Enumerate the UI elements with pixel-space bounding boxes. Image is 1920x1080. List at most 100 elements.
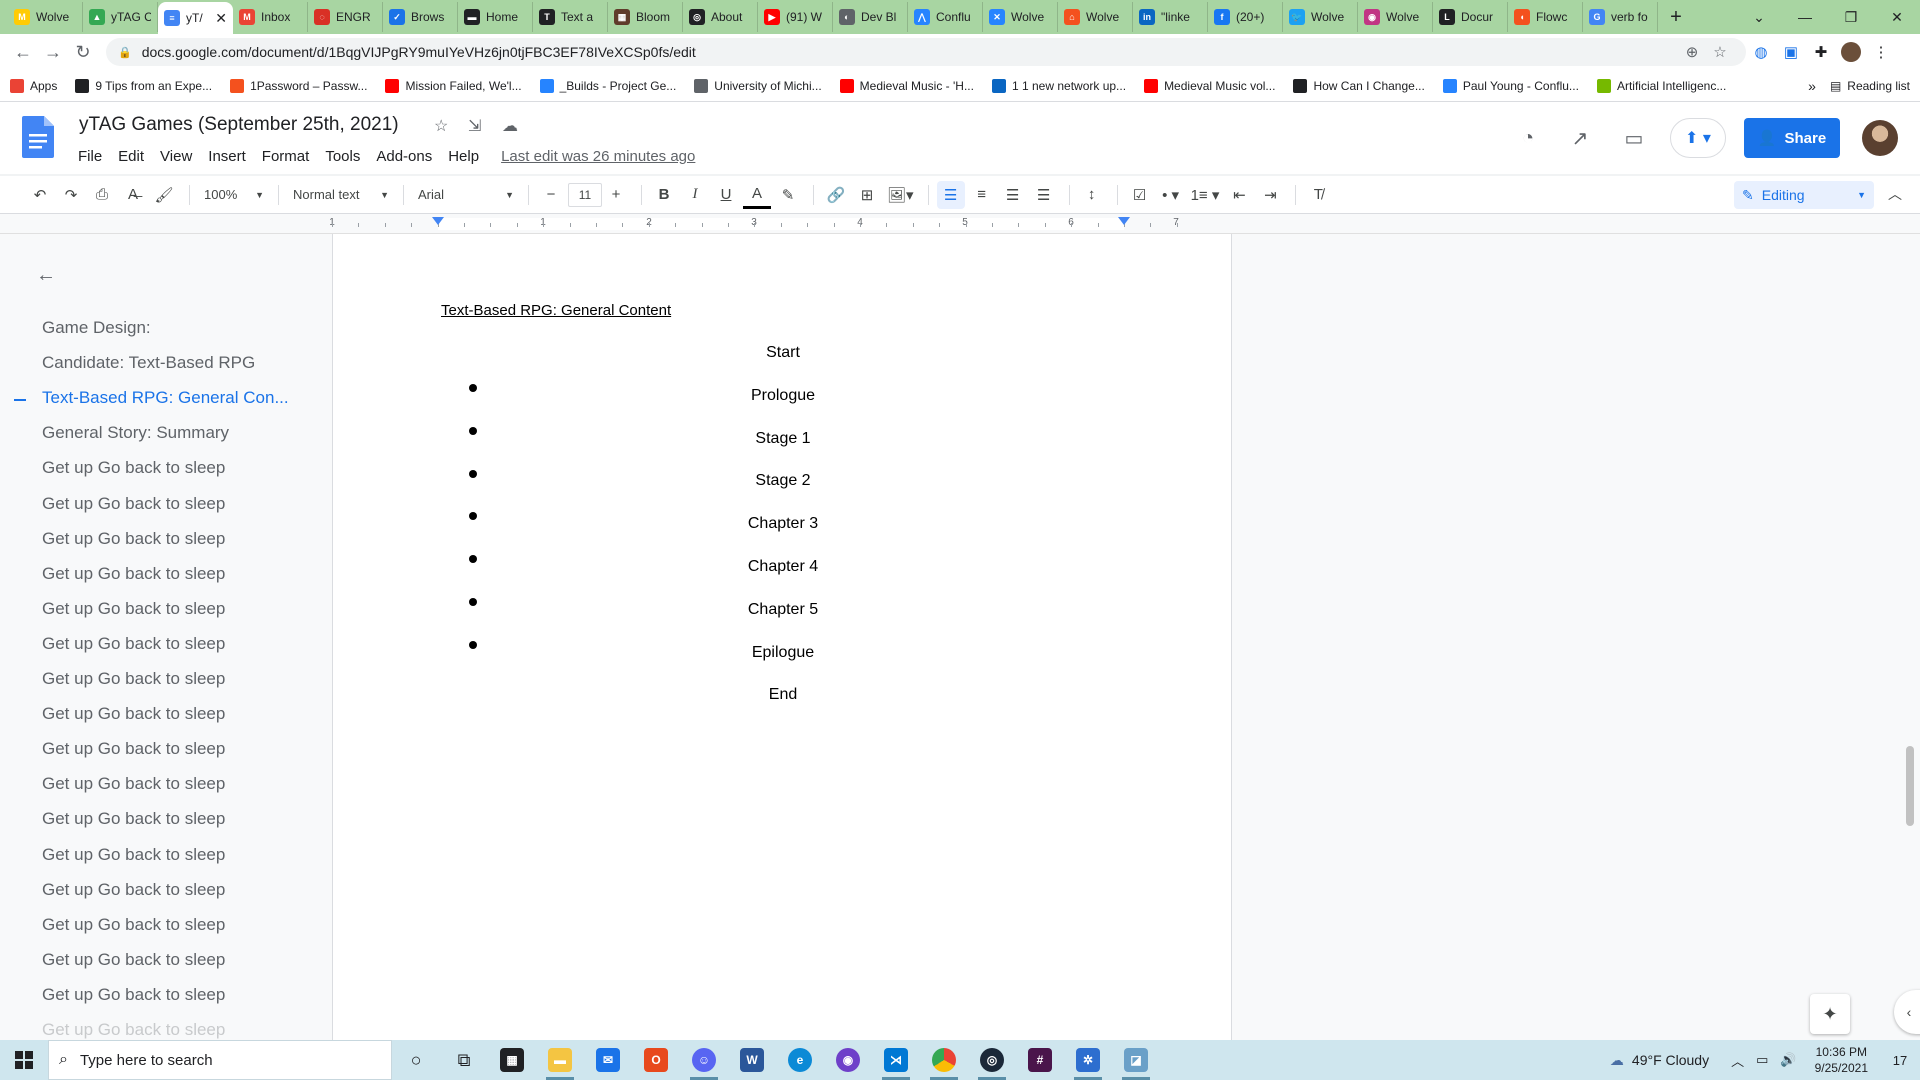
- outline-item[interactable]: Get up Go back to sleep: [42, 985, 225, 1005]
- tab-close-icon[interactable]: ✕: [215, 10, 227, 27]
- tab-search-icon[interactable]: ⌄: [1736, 0, 1782, 34]
- address-bar[interactable]: 🔒 docs.google.com/document/d/1BqgVIJPgRY…: [106, 38, 1746, 66]
- outline-item[interactable]: Get up Go back to sleep: [42, 809, 225, 829]
- document-line[interactable]: Chapter 3: [333, 515, 1233, 533]
- app-icon[interactable]: ✲: [1064, 1040, 1112, 1080]
- browser-tab[interactable]: ✕ Wolve: [983, 2, 1058, 32]
- volume-icon[interactable]: 🔊: [1780, 1052, 1796, 1068]
- weather-widget[interactable]: ☁ 49°F Cloudy: [1610, 1052, 1709, 1069]
- menu-edit[interactable]: Edit: [110, 146, 152, 167]
- share-button[interactable]: 👤 Share: [1744, 118, 1840, 158]
- menu-add-ons[interactable]: Add-ons: [368, 146, 440, 167]
- store-icon[interactable]: ▦: [488, 1040, 536, 1080]
- vscode-icon[interactable]: ⋊: [872, 1040, 920, 1080]
- explore-icon[interactable]: ✦: [1810, 994, 1850, 1034]
- outline-item[interactable]: Get up Go back to sleep: [42, 458, 225, 478]
- bookmark-item[interactable]: Apps: [10, 78, 57, 93]
- outline-item[interactable]: Get up Go back to sleep: [42, 634, 225, 654]
- browser-tab[interactable]: ◖ Flowc: [1508, 2, 1583, 32]
- bookmark-item[interactable]: 9 Tips from an Expe...: [75, 78, 212, 93]
- browser-tab[interactable]: ◐ Dev Bl: [833, 2, 908, 32]
- highlight-color-icon[interactable]: ✎: [774, 181, 802, 209]
- star-icon[interactable]: ☆: [434, 116, 448, 136]
- extension-icon[interactable]: ◍: [1746, 37, 1776, 67]
- outline-item[interactable]: Get up Go back to sleep: [42, 669, 225, 689]
- outline-item[interactable]: Get up Go back to sleep: [42, 739, 225, 759]
- discord-icon[interactable]: ☺: [680, 1040, 728, 1080]
- zoom-icon[interactable]: ⊕: [1678, 43, 1706, 61]
- document-line[interactable]: Epilogue: [333, 644, 1233, 662]
- back-arrow-icon[interactable]: ←: [36, 264, 56, 287]
- outline-item[interactable]: Game Design:: [42, 318, 151, 338]
- left-indent-marker[interactable]: [432, 217, 444, 225]
- outline-item[interactable]: Get up Go back to sleep: [42, 845, 225, 865]
- comments-icon[interactable]: ▭: [1614, 118, 1654, 158]
- show-hidden-icons-icon[interactable]: ︿: [1731, 1051, 1744, 1070]
- document-line[interactable]: Start: [333, 344, 1233, 362]
- browser-tab[interactable]: M Wolve: [8, 2, 83, 32]
- bookmark-item[interactable]: Mission Failed, We'l...: [385, 78, 522, 93]
- bookmark-item[interactable]: 1Password – Passw...: [230, 78, 367, 93]
- increase-font-size-icon[interactable]: +: [602, 181, 630, 209]
- add-comment-icon[interactable]: ⊞: [853, 181, 881, 209]
- mail-icon[interactable]: ✉: [584, 1040, 632, 1080]
- browser-tab[interactable]: L Docur: [1433, 2, 1508, 32]
- notifications-icon[interactable]: 17: [1880, 1053, 1920, 1068]
- side-panel-toggle-icon[interactable]: ‹: [1894, 990, 1920, 1034]
- battery-icon[interactable]: ▭: [1756, 1052, 1768, 1068]
- outline-item[interactable]: Get up Go back to sleep: [42, 774, 225, 794]
- vertical-scrollbar[interactable]: [1906, 746, 1914, 826]
- close-window-button[interactable]: ✕: [1874, 0, 1920, 34]
- edge-icon[interactable]: e: [776, 1040, 824, 1080]
- browser-tab[interactable]: ⌂ Wolve: [1058, 2, 1133, 32]
- checklist-icon[interactable]: ☑: [1126, 181, 1154, 209]
- document-line[interactable]: Stage 1: [333, 430, 1233, 448]
- undo-icon[interactable]: ↶: [26, 181, 54, 209]
- browser-tab[interactable]: ▬ Home: [458, 2, 533, 32]
- right-indent-marker[interactable]: [1118, 217, 1130, 225]
- extension-icon[interactable]: ▣: [1776, 37, 1806, 67]
- print-icon[interactable]: ⎙: [88, 181, 116, 209]
- insert-image-icon[interactable]: 🖼▾: [884, 181, 917, 209]
- align-left-icon[interactable]: ☰: [936, 180, 965, 209]
- clear-formatting-icon[interactable]: T̸: [1304, 181, 1332, 209]
- text-color-icon[interactable]: A: [743, 181, 771, 209]
- outline-item[interactable]: Get up Go back to sleep: [42, 880, 225, 900]
- browser-tab[interactable]: ⋀ Conflu: [908, 2, 983, 32]
- bookmark-item[interactable]: Medieval Music - 'H...: [839, 78, 974, 93]
- taskbar-search-input[interactable]: ⌕ Type here to search: [48, 1040, 392, 1080]
- outline-item[interactable]: Get up Go back to sleep: [42, 564, 225, 584]
- bookmark-item[interactable]: _Builds - Project Ge...: [539, 78, 676, 93]
- browser-tab[interactable]: ▶ (91) W: [758, 2, 833, 32]
- minimize-button[interactable]: —: [1782, 0, 1828, 34]
- zoom-dropdown[interactable]: 100% ▼: [198, 187, 270, 202]
- font-dropdown[interactable]: Arial ▼: [412, 187, 520, 202]
- browser-menu-icon[interactable]: ⋮: [1866, 37, 1896, 67]
- redo-icon[interactable]: ↷: [57, 181, 85, 209]
- reload-icon[interactable]: ↻: [68, 37, 98, 67]
- move-folder-icon[interactable]: ⇲: [468, 116, 481, 136]
- document-heading[interactable]: Text-Based RPG: General Content: [441, 302, 671, 319]
- underline-icon[interactable]: U: [712, 181, 740, 209]
- browser-tab[interactable]: ◌ ENGR: [308, 2, 383, 32]
- font-size-input[interactable]: 11: [568, 182, 602, 207]
- docs-logo-icon[interactable]: [22, 116, 54, 158]
- document-line[interactable]: End: [333, 686, 1233, 704]
- document-line[interactable]: Chapter 5: [333, 601, 1233, 619]
- chrome-icon[interactable]: [920, 1040, 968, 1080]
- url-text[interactable]: docs.google.com/document/d/1BqgVIJPgRY9m…: [142, 44, 1678, 60]
- outline-item[interactable]: Get up Go back to sleep: [42, 915, 225, 935]
- bold-icon[interactable]: B: [650, 181, 678, 209]
- bookmark-item[interactable]: Paul Young - Conflu...: [1442, 78, 1579, 93]
- paint-format-icon[interactable]: 🖌: [150, 181, 178, 209]
- editing-mode-dropdown[interactable]: ✎ Editing ▼: [1734, 181, 1874, 209]
- italic-icon[interactable]: I: [681, 181, 709, 209]
- document-title[interactable]: yTAG Games (September 25th, 2021): [79, 114, 399, 136]
- spellcheck-icon[interactable]: A̶: [119, 181, 147, 209]
- menu-file[interactable]: File: [70, 146, 110, 167]
- windows-start-icon[interactable]: [0, 1040, 48, 1080]
- github-desktop-icon[interactable]: ◉: [824, 1040, 872, 1080]
- menu-insert[interactable]: Insert: [200, 146, 254, 167]
- decrease-indent-icon[interactable]: ⇤: [1225, 181, 1253, 209]
- new-tab-button[interactable]: +: [1658, 2, 1694, 32]
